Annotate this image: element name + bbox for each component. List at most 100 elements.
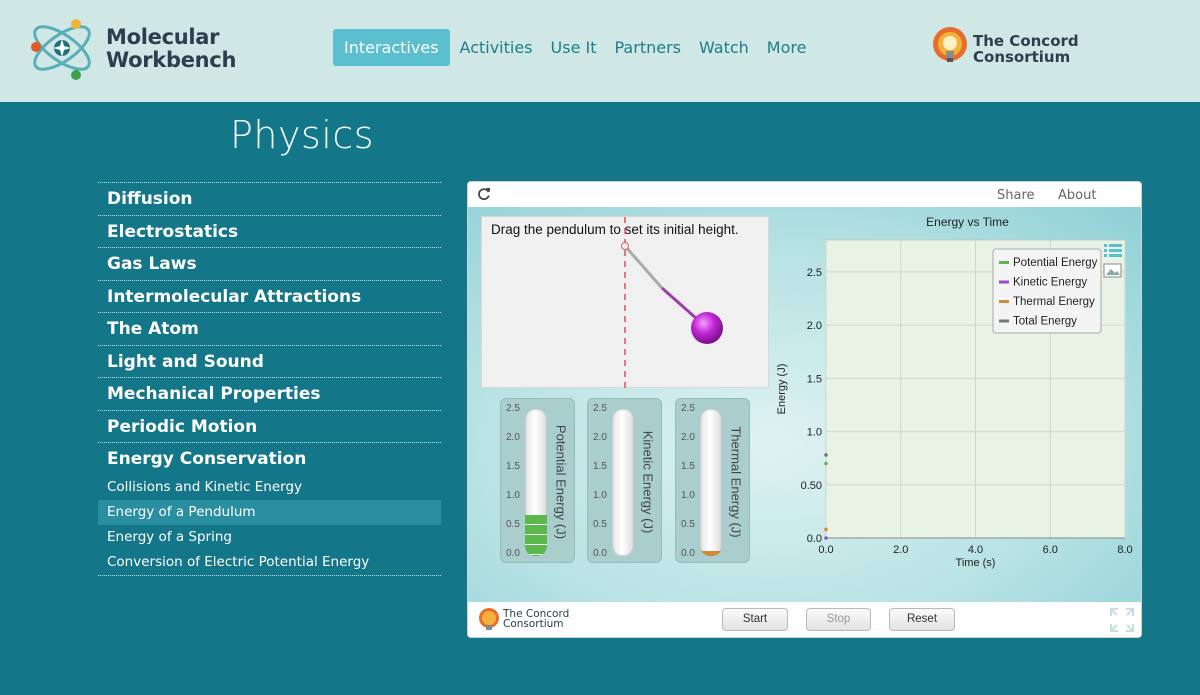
sidebar-divider [98,574,441,576]
logo-text: Molecular Workbench [106,26,236,72]
sidebar-item-intermolecular-attractions[interactable]: Intermolecular Attractions [98,279,441,313]
page-title: Physics [230,113,375,157]
start-button[interactable]: Start [722,608,788,631]
bar-tick: 0.5 [681,519,695,530]
sidebar-subitem-collisions[interactable]: Collisions and Kinetic Energy [98,475,441,500]
nav-more[interactable]: More [758,29,816,66]
pendulum-bob[interactable] [691,312,723,344]
bar-tick: 2.5 [681,403,695,414]
data-point-potential-energy [824,461,828,466]
x-tick-label: 8.0 [1117,544,1132,556]
bar-tick: 0.0 [681,548,695,559]
main-nav: Interactives Activities Use It Partners … [333,29,815,66]
data-point-kinetic-energy [824,536,828,540]
image-export-icon[interactable] [1103,263,1122,278]
sidebar-item-periodic-motion[interactable]: Periodic Motion [98,409,441,443]
stop-button[interactable]: Stop [806,608,871,631]
reset-button[interactable]: Reset [889,608,955,631]
sidebar-subitem-spring[interactable]: Energy of a Spring [98,525,441,550]
nav-interactives[interactable]: Interactives [333,29,450,66]
bar-fill [700,551,722,556]
bar-tube [525,409,547,556]
bar-fill [525,514,547,556]
kinetic-energy-bar: 2.5 2.0 1.5 1.0 0.5 0.0 Kinetic Energy (… [587,398,662,563]
sidebar-item-gas-laws[interactable]: Gas Laws [98,247,441,280]
sim-topbar: Share About [468,182,1141,207]
footer-line2: Consortium [503,618,564,630]
y-axis-label: Energy (J) [776,364,788,415]
legend-swatch [999,280,1009,284]
nav-partners[interactable]: Partners [606,29,690,66]
pendulum-view[interactable]: Drag the pendulum to set its initial hei… [481,216,769,389]
x-tick-label: 2.0 [893,544,908,556]
energy-chart: Energy vs Time 0.0 2.0 4.0 6.0 8.0 0.0 0.50 1.0 1… [776,215,1133,569]
reload-icon[interactable] [477,187,491,201]
logo-line2: Workbench [106,48,237,72]
data-point-thermal-energy [824,527,828,532]
legend-label: Thermal Energy [1013,296,1095,308]
concord-consortium-logo[interactable]: The Concord Consortium [930,24,1080,72]
simulation-frame: Share About Drag the pendulum to set its… [467,181,1142,638]
molecular-workbench-logo[interactable]: Molecular Workbench [24,10,244,90]
nav-use-it[interactable]: Use It [542,29,606,66]
sidebar-item-electrostatics[interactable]: Electrostatics [98,214,441,248]
bar-ticks: 2.5 2.0 1.5 1.0 0.5 0.0 [681,403,701,559]
bar-tick: 1.0 [681,490,695,501]
legend-toggle-icon[interactable] [1104,244,1122,257]
nav-watch[interactable]: Watch [690,29,758,66]
potential-energy-bar: 2.5 2.0 1.5 1.0 0.5 0.0 Potential Energy… [500,398,575,563]
share-link[interactable]: Share [997,188,1035,203]
pendulum-drawing [621,217,723,389]
legend-label: Total Energy [1013,316,1077,328]
sidebar-item-light-and-sound[interactable]: Light and Sound [98,344,441,378]
sidebar-item-mechanical-properties[interactable]: Mechanical Properties [98,377,441,410]
bar-label: Potential Energy (J) [550,399,572,564]
sidebar-item-diffusion[interactable]: Diffusion [98,182,441,215]
bar-label: Thermal Energy (J) [725,399,747,564]
bar-tick: 2.0 [593,432,607,443]
footer-concord-text: The Concord Consortium [503,609,569,630]
topic-sidebar: Diffusion Electrostatics Gas Laws Interm… [98,182,441,576]
atom-logo-icon [31,19,91,80]
bar-tick: 1.5 [506,461,520,472]
bar-tick: 2.5 [593,403,607,414]
bar-tick: 0.0 [593,548,607,559]
bar-tube [612,409,634,556]
about-link[interactable]: About [1058,188,1096,203]
bar-tick: 2.5 [506,403,520,414]
bar-tick: 2.0 [506,432,520,443]
y-tick-label: 2.0 [807,320,822,332]
footer-concord-logo[interactable]: The Concord Consortium [477,606,577,634]
thermal-energy-bar: 2.5 2.0 1.5 1.0 0.5 0.0 Thermal Energy (… [675,398,750,563]
pivot-point [621,242,629,250]
sim-bottombar: The Concord Consortium Start Stop Reset [468,602,1141,637]
sidebar-item-energy-conservation[interactable]: Energy Conservation [98,442,441,475]
bar-tick: 1.5 [681,461,695,472]
bar-tick: 0.5 [593,519,607,530]
pendulum-rod [623,245,664,289]
x-axis-label: Time (s) [956,557,996,569]
bar-tick: 0.5 [506,519,520,530]
bar-tick: 1.0 [506,490,520,501]
concord-line2: Consortium [973,48,1071,66]
bar-ticks: 2.5 2.0 1.5 1.0 0.5 0.0 [506,403,526,559]
sim-body: Drag the pendulum to set its initial hei… [468,207,1141,602]
bar-label-text: Potential Energy (J) [553,424,569,539]
fullscreen-icon[interactable] [1109,607,1135,633]
bar-tick: 1.5 [593,461,607,472]
sidebar-subitem-pendulum[interactable]: Energy of a Pendulum [98,499,441,525]
legend-swatch [999,261,1009,264]
y-tick-label: 2.5 [807,267,822,279]
y-tick-label: 1.0 [807,427,822,439]
sidebar-subitem-electric-potential[interactable]: Conversion of Electric Potential Energy [98,550,441,575]
site-header: Molecular Workbench Interactives Activit… [0,0,1200,102]
logo-line1: Molecular [106,25,220,49]
bar-tube [700,409,722,556]
y-tick-label: 1.5 [807,373,822,385]
x-tick-label: 0.0 [818,544,833,556]
sidebar-item-the-atom[interactable]: The Atom [98,312,441,345]
chart-title: Energy vs Time [926,215,1009,229]
x-tick-label: 6.0 [1043,544,1058,556]
lightbulb-icon [479,608,499,630]
nav-activities[interactable]: Activities [451,29,542,66]
